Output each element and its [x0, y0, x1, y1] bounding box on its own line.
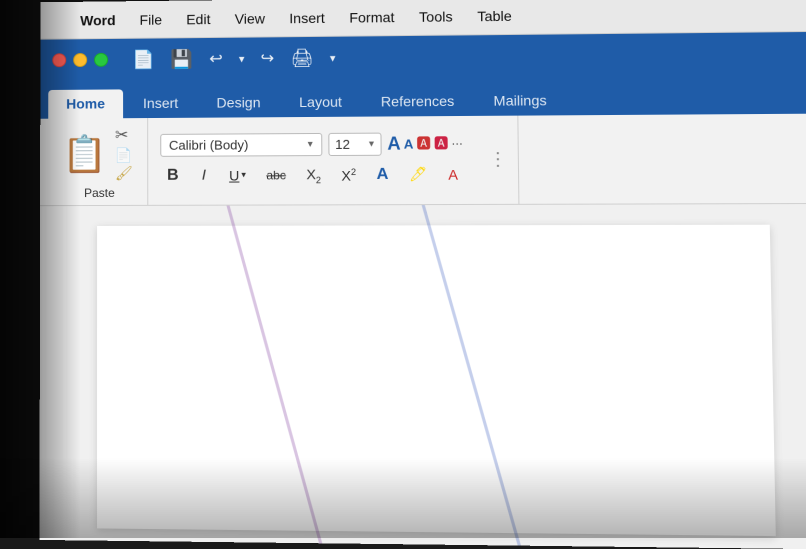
ribbon-toolbar: 📋 ✂ 📄 🖌 Paste Calibri (Body) ▾ — [40, 114, 806, 207]
clipboard-icon: 📋 — [62, 136, 107, 172]
customize-icon-btn[interactable]: ▾ — [326, 49, 340, 66]
paste-group: 📋 ✂ 📄 🖌 Paste — [52, 118, 148, 205]
word-ui: Word File Edit View Insert Format Tools … — [40, 0, 806, 549]
size-dropdown-arrow: ▾ — [369, 138, 374, 149]
document-icon-btn[interactable]: 📄 — [128, 47, 158, 72]
font-size-dropdown[interactable]: 12 ▾ — [328, 132, 381, 155]
superscript-button[interactable]: X2 — [334, 163, 363, 188]
menu-edit[interactable]: Edit — [182, 9, 214, 29]
strikethrough-button[interactable]: abc — [259, 164, 293, 186]
menu-word[interactable]: Word — [76, 10, 119, 30]
tab-layout[interactable]: Layout — [281, 88, 361, 118]
increase-font-size-icon[interactable]: A — [387, 133, 401, 154]
screen-container: Word File Edit View Insert Format Tools … — [0, 0, 806, 538]
copy-icon[interactable]: 📄 — [115, 148, 133, 162]
tab-insert[interactable]: Insert — [125, 89, 196, 118]
font-group: Calibri (Body) ▾ 12 ▾ A A 🅰 🅰 ⋯ — [152, 126, 474, 196]
maximize-button[interactable] — [94, 53, 108, 67]
format-painter-icon[interactable]: 🖌 — [115, 165, 133, 179]
font-dropdown-arrow: ▾ — [308, 139, 313, 150]
print-icon-btn[interactable]: 🖨 — [286, 45, 317, 70]
undo-icon-btn[interactable]: ↩ — [205, 47, 227, 71]
document-page[interactable] — [97, 225, 775, 536]
more-ribbon-icon: ⋮ — [488, 149, 507, 170]
text-effects-icon[interactable]: 🅰 — [434, 133, 449, 153]
underline-button[interactable]: U ▾ — [222, 163, 253, 187]
menu-table[interactable]: Table — [473, 5, 516, 26]
quick-access-toolbar: 📄 💾 ↩ ▾ ↪ 🖨 ▾ — [128, 45, 340, 72]
more-options-icon[interactable]: ⋯ — [451, 137, 462, 150]
font-color-red-button[interactable]: A — [441, 162, 466, 186]
traffic-lights — [52, 53, 108, 67]
font-row1: Calibri (Body) ▾ 12 ▾ A A 🅰 🅰 ⋯ — [160, 132, 465, 157]
subscript-button[interactable]: X2 — [299, 162, 328, 189]
title-bar: 📄 💾 ↩ ▾ ↪ 🖨 ▾ — [40, 32, 806, 81]
font-size-icons: A A 🅰 🅰 ⋯ — [387, 133, 463, 155]
font-row2: B I U ▾ abc X2 X2 — [160, 161, 466, 189]
tab-mailings[interactable]: Mailings — [475, 86, 566, 116]
redo-icon-btn[interactable]: ↪ — [257, 46, 279, 70]
tab-home[interactable]: Home — [48, 89, 123, 118]
menu-tools[interactable]: Tools — [415, 6, 457, 26]
paste-icon-area: 📋 ✂ 📄 🖌 — [62, 124, 137, 184]
clear-format-icon[interactable]: 🅰 — [416, 133, 431, 153]
highlight-color-button[interactable]: 🖊 — [402, 162, 435, 187]
cut-icon[interactable]: ✂ — [115, 128, 133, 144]
font-color-button[interactable]: A — [369, 162, 395, 188]
close-button[interactable] — [52, 53, 66, 67]
paste-label[interactable]: Paste — [84, 185, 115, 199]
save-icon-btn[interactable]: 💾 — [167, 47, 198, 72]
menu-view[interactable]: View — [231, 8, 270, 28]
font-size-value: 12 — [335, 136, 350, 151]
menu-file[interactable]: File — [136, 9, 167, 29]
document-body — [40, 204, 806, 549]
clipboard-small-icons: ✂ 📄 🖌 — [111, 124, 137, 184]
tab-design[interactable]: Design — [198, 88, 279, 118]
bold-button[interactable]: B — [160, 163, 186, 189]
decrease-font-size-icon[interactable]: A — [404, 136, 414, 151]
underline-dropdown[interactable]: ▾ — [241, 170, 246, 181]
font-name-value: Calibri (Body) — [169, 137, 249, 152]
ribbon-tabs: Home Insert Design Layout References Mai… — [40, 75, 806, 119]
minimize-button[interactable] — [73, 53, 87, 67]
italic-button[interactable]: I — [192, 163, 216, 188]
menu-format[interactable]: Format — [345, 7, 399, 28]
menu-insert[interactable]: Insert — [285, 7, 329, 27]
tab-references[interactable]: References — [362, 87, 473, 117]
font-name-dropdown[interactable]: Calibri (Body) ▾ — [160, 133, 322, 157]
more-ribbon-group: ⋮ — [477, 115, 519, 204]
undo-dropdown-btn[interactable]: ▾ — [235, 50, 249, 67]
